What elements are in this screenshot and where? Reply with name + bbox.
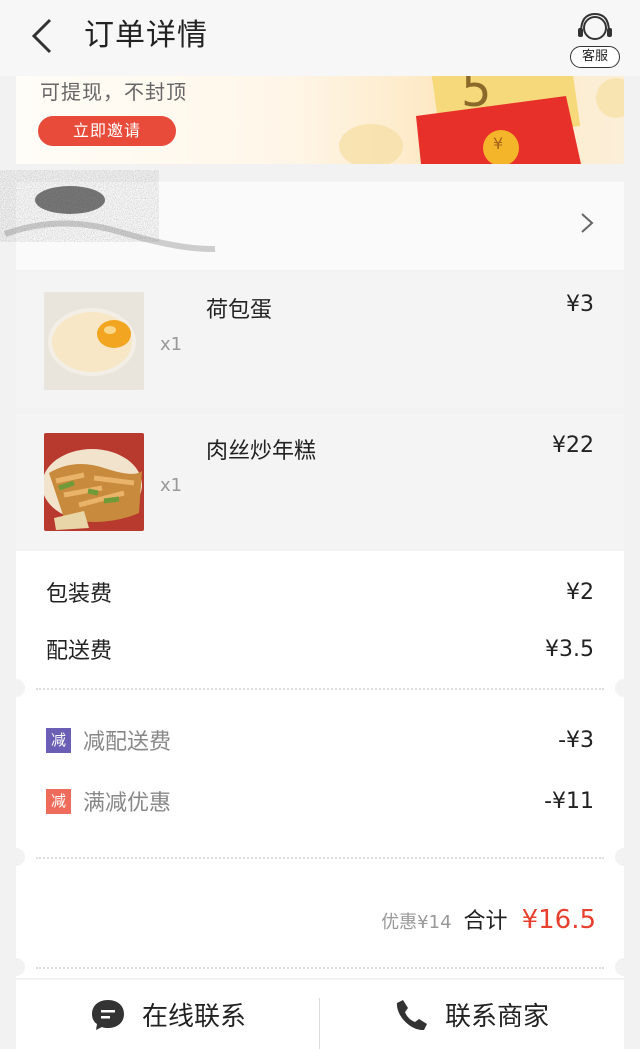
total-label: 合计	[463, 909, 508, 934]
chevron-left-icon	[31, 18, 52, 54]
fee-row: 包装费 ¥2	[46, 577, 594, 608]
envelope-amount: 5	[461, 76, 492, 118]
call-merchant-label: 联系商家	[444, 1002, 549, 1032]
divider-notch	[7, 679, 25, 697]
top-bar: 订单详情 客服	[0, 0, 640, 76]
fee-row: 配送费 ¥3.5	[46, 634, 594, 665]
order-item: x1 荷包蛋 ¥3	[16, 272, 624, 408]
coin-symbol: ¥	[493, 134, 504, 153]
discount-label: 减配送费	[83, 730, 172, 755]
page-title: 订单详情	[84, 18, 208, 53]
customer-service-label: 客服	[570, 46, 620, 68]
redacted-scribble	[3, 176, 216, 253]
discount-amount: -¥3	[558, 727, 594, 753]
divider-notch	[615, 958, 633, 976]
discount-row: 减 减配送费 -¥3	[46, 724, 594, 756]
chat-bubble-icon	[91, 999, 124, 1030]
headset-icon	[578, 12, 612, 40]
divider-notch	[615, 848, 633, 866]
discount-amount: -¥11	[544, 788, 594, 814]
item-quantity: x1	[160, 475, 183, 496]
item-quantity: x1	[160, 334, 183, 355]
price-details-card: 包装费 ¥2 配送费 ¥3.5 减 减配送费 -¥3 减 满减优惠 -¥11 优…	[7, 551, 633, 978]
saving-text: 优惠¥14	[381, 912, 452, 933]
fee-amount: ¥3.5	[545, 636, 594, 662]
contact-actions: 在线联系 联系商家	[16, 980, 624, 1049]
discount-badge: 减	[46, 788, 71, 814]
customer-service-button[interactable]: 客服	[570, 10, 620, 70]
item-price: ¥22	[552, 433, 594, 458]
stir-fried-rice-cake-image	[44, 433, 144, 531]
fee-label: 配送费	[46, 639, 113, 664]
online-chat-button[interactable]: 在线联系	[16, 980, 320, 1049]
online-chat-label: 在线联系	[141, 1002, 246, 1032]
fee-label: 包装费	[46, 582, 113, 607]
total-row: 优惠¥14 合计 ¥16.5	[381, 903, 596, 935]
fried-egg-image	[44, 292, 144, 390]
total-value: ¥16.5	[521, 905, 596, 935]
divider-notch	[7, 958, 25, 976]
discount-row: 减 满减优惠 -¥11	[46, 785, 594, 817]
coin-icon	[596, 78, 624, 118]
item-name: 荷包蛋	[206, 298, 273, 323]
phone-icon	[396, 999, 427, 1030]
discount-label: 满减优惠	[83, 791, 172, 816]
call-merchant-button[interactable]: 联系商家	[320, 980, 624, 1049]
divider-notch	[7, 848, 25, 866]
order-item: x1 肉丝炒年糕 ¥22	[16, 413, 624, 549]
divider	[36, 688, 604, 690]
back-button[interactable]	[22, 14, 62, 58]
fee-amount: ¥2	[566, 579, 594, 605]
item-price: ¥3	[566, 292, 594, 317]
discount-badge: 减	[46, 727, 71, 753]
divider	[36, 967, 604, 969]
item-name: 肉丝炒年糕	[206, 439, 317, 464]
banner-text: 可提现，不封顶	[40, 80, 187, 104]
invite-button[interactable]: 立即邀请	[38, 116, 176, 146]
store-row[interactable]	[3, 176, 624, 270]
promo-banner[interactable]: 可提现，不封顶 立即邀请 5 ¥	[16, 76, 624, 164]
chevron-right-icon	[581, 213, 594, 233]
divider-notch	[615, 679, 633, 697]
divider	[36, 857, 604, 859]
